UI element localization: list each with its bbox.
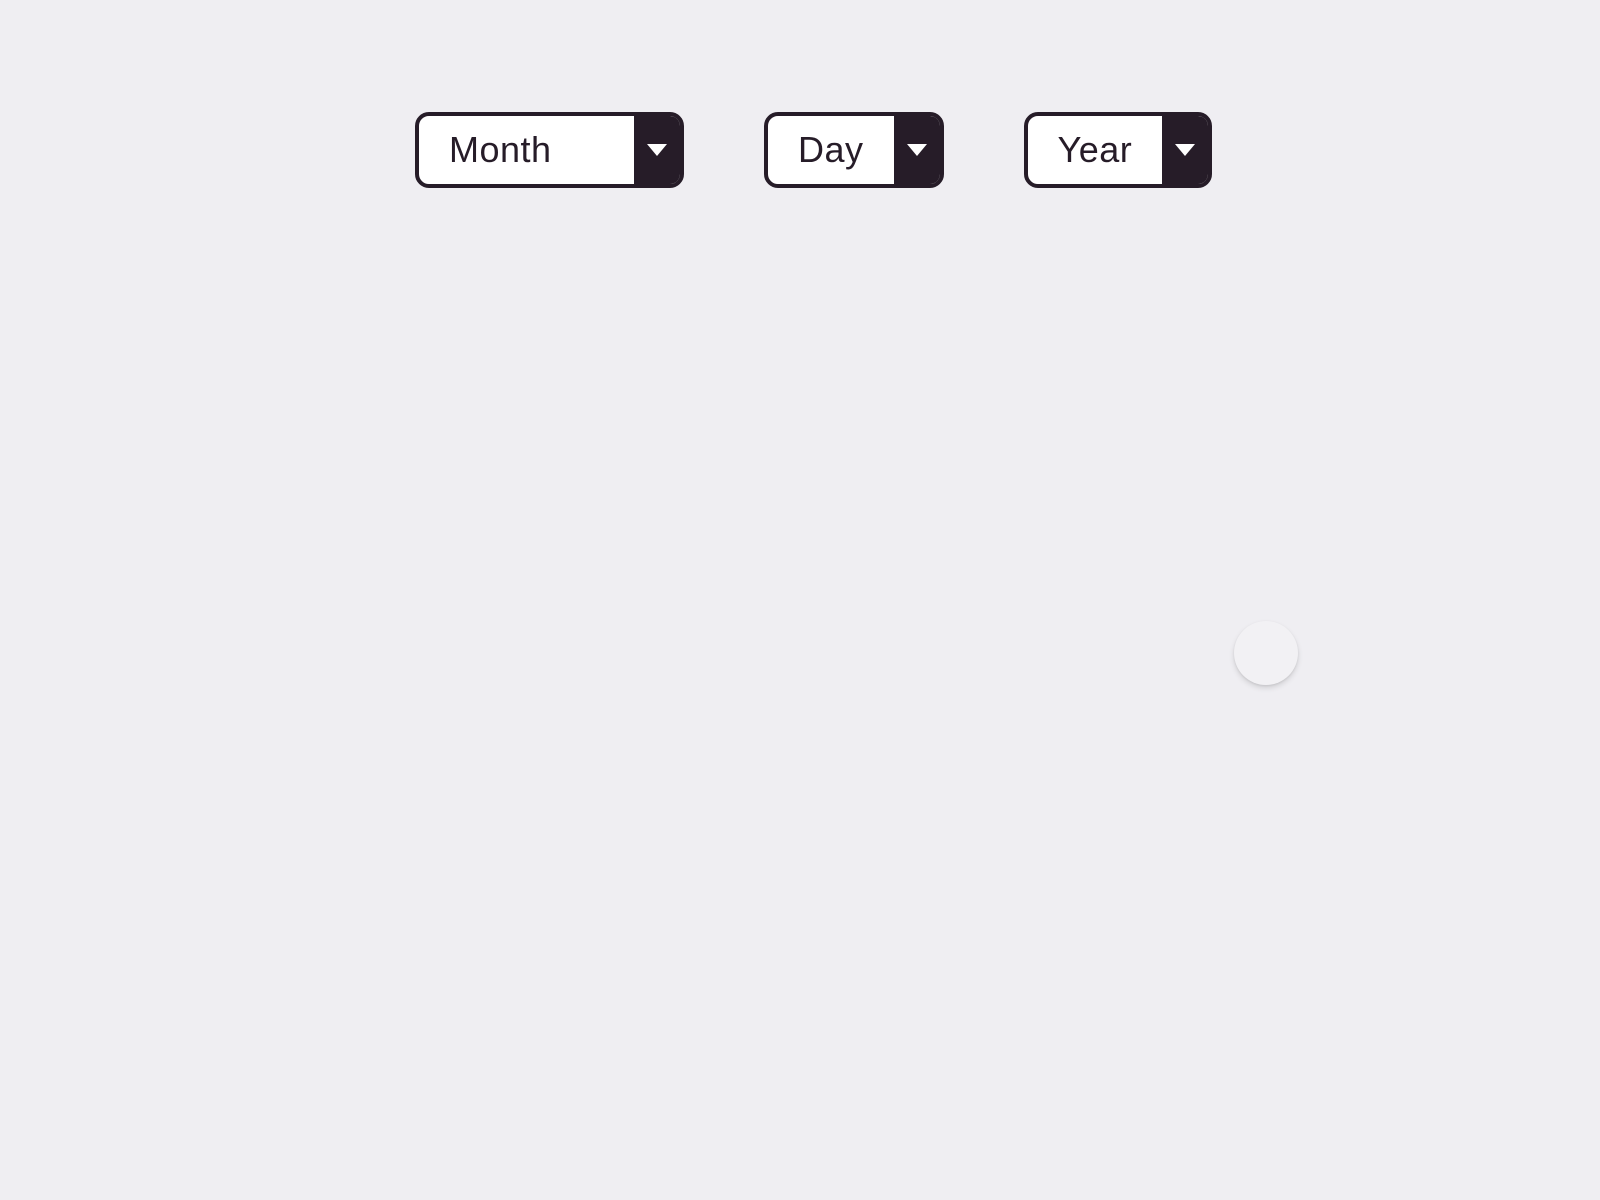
chevron-down-icon xyxy=(907,144,927,156)
year-dropdown-arrow xyxy=(1162,116,1208,184)
year-dropdown-label: Year xyxy=(1028,116,1163,184)
month-dropdown-arrow xyxy=(634,116,680,184)
day-dropdown[interactable]: Day xyxy=(764,112,944,188)
chevron-down-icon xyxy=(647,144,667,156)
day-dropdown-label: Day xyxy=(768,116,894,184)
year-dropdown[interactable]: Year xyxy=(1024,112,1213,188)
date-selector-row: Month Day Year xyxy=(415,112,1212,188)
floating-action-button[interactable] xyxy=(1234,621,1298,685)
month-dropdown-label: Month xyxy=(419,116,634,184)
chevron-down-icon xyxy=(1175,144,1195,156)
month-dropdown[interactable]: Month xyxy=(415,112,684,188)
day-dropdown-arrow xyxy=(894,116,940,184)
